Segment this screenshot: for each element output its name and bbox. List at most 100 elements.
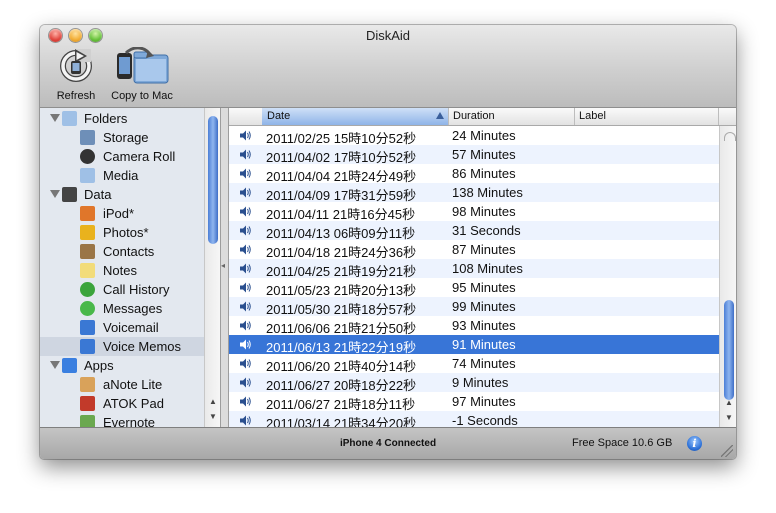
sidebar-item-storage[interactable]: Storage xyxy=(40,128,206,147)
table-row[interactable]: 2011/02/25 15時10分52秒 24 Minutes xyxy=(229,126,719,146)
sidebar-item-camera-roll[interactable]: Camera Roll xyxy=(40,147,206,166)
sidebar-item-ipod[interactable]: iPod* xyxy=(40,204,206,223)
table-scrollbar[interactable]: ▲ ▼ xyxy=(719,126,736,427)
free-space-label: Free Space 10.6 GB xyxy=(572,437,673,449)
memo-duration: 86 Minutes xyxy=(452,166,516,181)
table-scroll-up-button[interactable]: ▲ xyxy=(721,396,736,410)
camera-icon xyxy=(80,149,95,164)
sidebar-item-messages[interactable]: Messages xyxy=(40,299,206,318)
table-row[interactable]: 2011/04/18 21時24分36秒 87 Minutes xyxy=(229,240,719,260)
table-row[interactable]: 2011/06/27 20時18分22秒 9 Minutes xyxy=(229,373,719,393)
table-row[interactable]: 2011/04/11 21時16分45秒 98 Minutes xyxy=(229,202,719,222)
sidebar-item-label: Media xyxy=(103,168,139,183)
ipod-icon xyxy=(80,206,95,221)
disclosure-triangle-icon[interactable] xyxy=(50,361,60,369)
sidebar-item-call-history[interactable]: Call History xyxy=(40,280,206,299)
memo-duration: 99 Minutes xyxy=(452,299,516,314)
folder-icon xyxy=(62,111,77,126)
refresh-icon xyxy=(57,47,95,85)
appstore-icon xyxy=(62,358,77,373)
table-row[interactable]: 2011/04/25 21時19分21秒 108 Minutes xyxy=(229,259,719,279)
speaker-icon xyxy=(240,263,251,274)
sidebar-item-label: Messages xyxy=(103,301,163,316)
sidebar-item-label: Voicemail xyxy=(103,320,159,335)
sidebar-item-label: Camera Roll xyxy=(103,149,176,164)
sidebar-item-photos[interactable]: Photos* xyxy=(40,223,206,242)
sidebar-item-label: Evernote xyxy=(103,415,156,427)
sidebar-item-voice-memos[interactable]: Voice Memos xyxy=(40,337,206,356)
table-body: 2011/02/25 15時10分52秒 24 Minutes 2011/04/02… xyxy=(229,126,719,427)
sidebar-item-apps[interactable]: Apps xyxy=(40,356,206,375)
column-header-date[interactable]: Date xyxy=(262,108,449,125)
memo-duration: 138 Minutes xyxy=(452,185,523,200)
speaker-icon xyxy=(240,301,251,312)
speaker-icon xyxy=(240,339,251,350)
sidebar-item-notes[interactable]: Notes xyxy=(40,261,206,280)
table-row[interactable]: 2011/06/27 21時18分11秒 97 Minutes xyxy=(229,392,719,412)
table-scroll-thumb[interactable] xyxy=(724,300,734,400)
column-header-icon[interactable] xyxy=(229,108,263,125)
diskaid-window: DiskAid Refresh Copy to Mac Folders Stor… xyxy=(40,25,736,459)
column-header-date-label: Date xyxy=(267,110,291,122)
column-header-duration[interactable]: Duration xyxy=(449,108,575,125)
sidebar-item-label: aNote Lite xyxy=(103,377,163,392)
speaker-icon xyxy=(240,415,251,426)
sidebar-scroll-down-button[interactable]: ▼ xyxy=(205,410,220,424)
table-row[interactable]: 2011/04/13 06時09分11秒 31 Seconds xyxy=(229,221,719,241)
sidebar-item-data[interactable]: Data xyxy=(40,185,206,204)
memo-duration: 24 Minutes xyxy=(452,128,516,143)
info-icon[interactable]: i xyxy=(687,436,702,451)
copy-to-mac-icon xyxy=(112,46,172,85)
table-row[interactable]: 2011/06/20 21時40分14秒 74 Minutes xyxy=(229,354,719,374)
table-row[interactable]: 2011/03/14 21時34分20秒 -1 Seconds xyxy=(229,411,719,427)
sidebar-item-contacts[interactable]: Contacts xyxy=(40,242,206,261)
table-row[interactable]: 2011/04/09 17時31分59秒 138 Minutes xyxy=(229,183,719,203)
memo-duration: 95 Minutes xyxy=(452,280,516,295)
sidebar-item-anote-lite[interactable]: aNote Lite xyxy=(40,375,206,394)
memo-duration: -1 Seconds xyxy=(452,413,518,427)
sidebar-item-voicemail[interactable]: Voicemail xyxy=(40,318,206,337)
speaker-icon xyxy=(240,320,251,331)
status-bar: iPhone 4 Connected Free Space 10.6 GB i xyxy=(40,427,736,459)
folder-icon xyxy=(80,168,95,183)
disclosure-triangle-icon[interactable] xyxy=(50,114,60,122)
sidebar-scrollbar[interactable]: ▲ ▼ xyxy=(204,108,220,427)
memo-duration: 31 Seconds xyxy=(452,223,521,238)
sidebar-item-label: Photos* xyxy=(103,225,149,240)
speaker-icon xyxy=(240,187,251,198)
usb-icon xyxy=(80,130,95,145)
copy-to-mac-button[interactable]: Copy to Mac xyxy=(106,46,178,102)
sort-ascending-icon xyxy=(436,112,444,119)
sidebar-item-atok-pad[interactable]: ATOK Pad xyxy=(40,394,206,413)
sidebar-item-folders[interactable]: Folders xyxy=(40,109,206,128)
split-view-divider[interactable]: ◂ xyxy=(221,108,228,427)
resize-grip-icon[interactable] xyxy=(721,445,733,457)
table-row[interactable]: 2011/04/02 17時10分52秒 57 Minutes xyxy=(229,145,719,165)
speaker-icon xyxy=(240,149,251,160)
table-row[interactable]: 2011/05/30 21時18分57秒 99 Minutes xyxy=(229,297,719,317)
table-row[interactable]: 2011/05/23 21時20分13秒 95 Minutes xyxy=(229,278,719,298)
table-row[interactable]: 2011/04/04 21時24分49秒 86 Minutes xyxy=(229,164,719,184)
memo-duration: 74 Minutes xyxy=(452,356,516,371)
sidebar-item-label: Voice Memos xyxy=(103,339,182,354)
phone-icon xyxy=(80,282,95,297)
disclosure-triangle-icon[interactable] xyxy=(50,190,60,198)
grid-icon xyxy=(62,187,77,202)
sidebar-item-media[interactable]: Media xyxy=(40,166,206,185)
refresh-button[interactable]: Refresh xyxy=(52,47,100,102)
sidebar-item-evernote[interactable]: Evernote xyxy=(40,413,206,427)
sidebar-scroll-thumb[interactable] xyxy=(208,116,218,244)
sidebar-item-label: Folders xyxy=(84,111,128,126)
memo-duration: 91 Minutes xyxy=(452,337,516,352)
table-row[interactable]: 2011/06/13 21時22分19秒 91 Minutes xyxy=(229,335,719,355)
memo-duration: 108 Minutes xyxy=(452,261,523,276)
table-scroll-down-button[interactable]: ▼ xyxy=(721,411,736,425)
memo-duration: 97 Minutes xyxy=(452,394,516,409)
table-row[interactable]: 2011/06/06 21時21分50秒 93 Minutes xyxy=(229,316,719,336)
speaker-icon xyxy=(240,358,251,369)
speaker-icon xyxy=(240,396,251,407)
sidebar-scroll-up-button[interactable]: ▲ xyxy=(205,395,220,409)
sidebar-item-label: Notes xyxy=(103,263,137,278)
speaker-icon xyxy=(240,244,251,255)
column-header-label[interactable]: Label xyxy=(575,108,719,125)
